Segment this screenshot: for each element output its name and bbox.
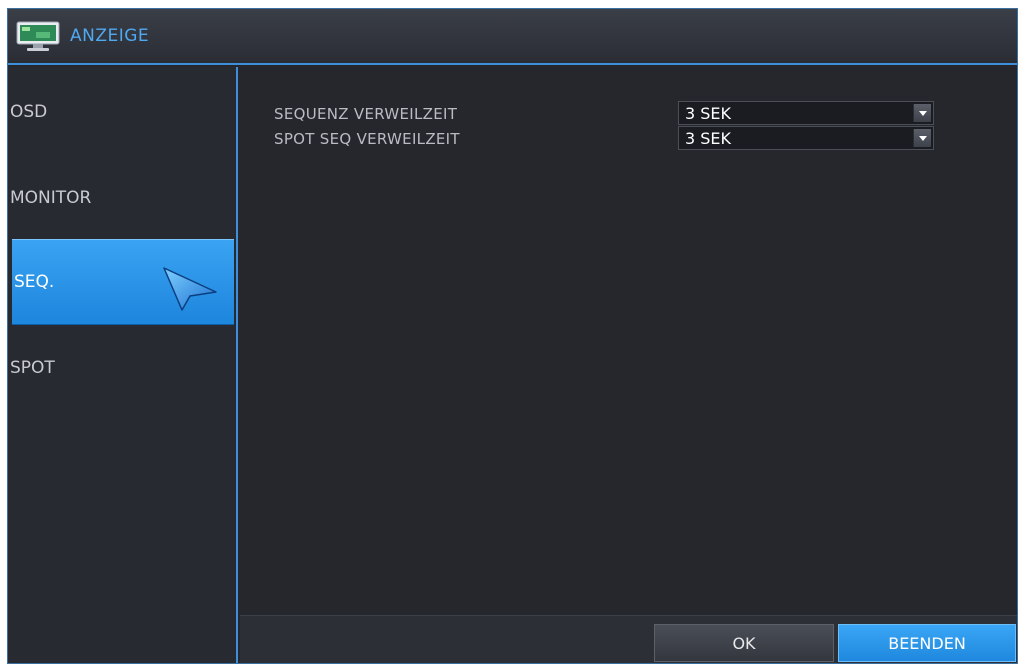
exit-button[interactable]: BEENDEN [838, 624, 1016, 662]
sidebar-item-seq[interactable]: SEQ. [12, 239, 234, 325]
monitor-icon [16, 20, 60, 52]
sidebar-item-label: OSD [10, 102, 48, 122]
sequenz-verweilzeit-select[interactable]: 3 SEK [678, 101, 934, 125]
select-value: 3 SEK [685, 103, 732, 123]
content-panel: SEQUENZ VERWEILZEIT 3 SEK SPOT SEQ VERWE… [240, 67, 1017, 615]
spot-seq-verweilzeit-label: SPOT SEQ VERWEILZEIT [274, 130, 460, 148]
spot-seq-verweilzeit-select[interactable]: 3 SEK [678, 126, 934, 150]
title-bar: ANZEIGE [8, 9, 1017, 65]
sidebar-item-monitor[interactable]: MONITOR [8, 155, 234, 241]
sidebar-item-osd[interactable]: OSD [8, 69, 234, 155]
sidebar-item-label: MONITOR [10, 188, 92, 208]
window-title: ANZEIGE [70, 26, 150, 46]
sidebar-item-label: SEQ. [14, 272, 55, 292]
footer-bar: OK BEENDEN [240, 615, 1017, 663]
sidebar: OSD MONITOR SEQ. SPOT [8, 67, 238, 663]
sequenz-verweilzeit-label: SEQUENZ VERWEILZEIT [274, 105, 458, 123]
chevron-down-icon[interactable] [913, 104, 931, 122]
select-value: 3 SEK [685, 128, 732, 148]
sidebar-item-label: SPOT [10, 358, 55, 378]
sidebar-item-spot[interactable]: SPOT [8, 325, 234, 411]
settings-window: ANZEIGE OSD MONITOR SEQ. SPOT SEQUENZ VE… [7, 8, 1018, 664]
mouse-pointer-icon [160, 262, 220, 312]
chevron-down-icon[interactable] [913, 129, 931, 147]
ok-button[interactable]: OK [654, 624, 834, 662]
